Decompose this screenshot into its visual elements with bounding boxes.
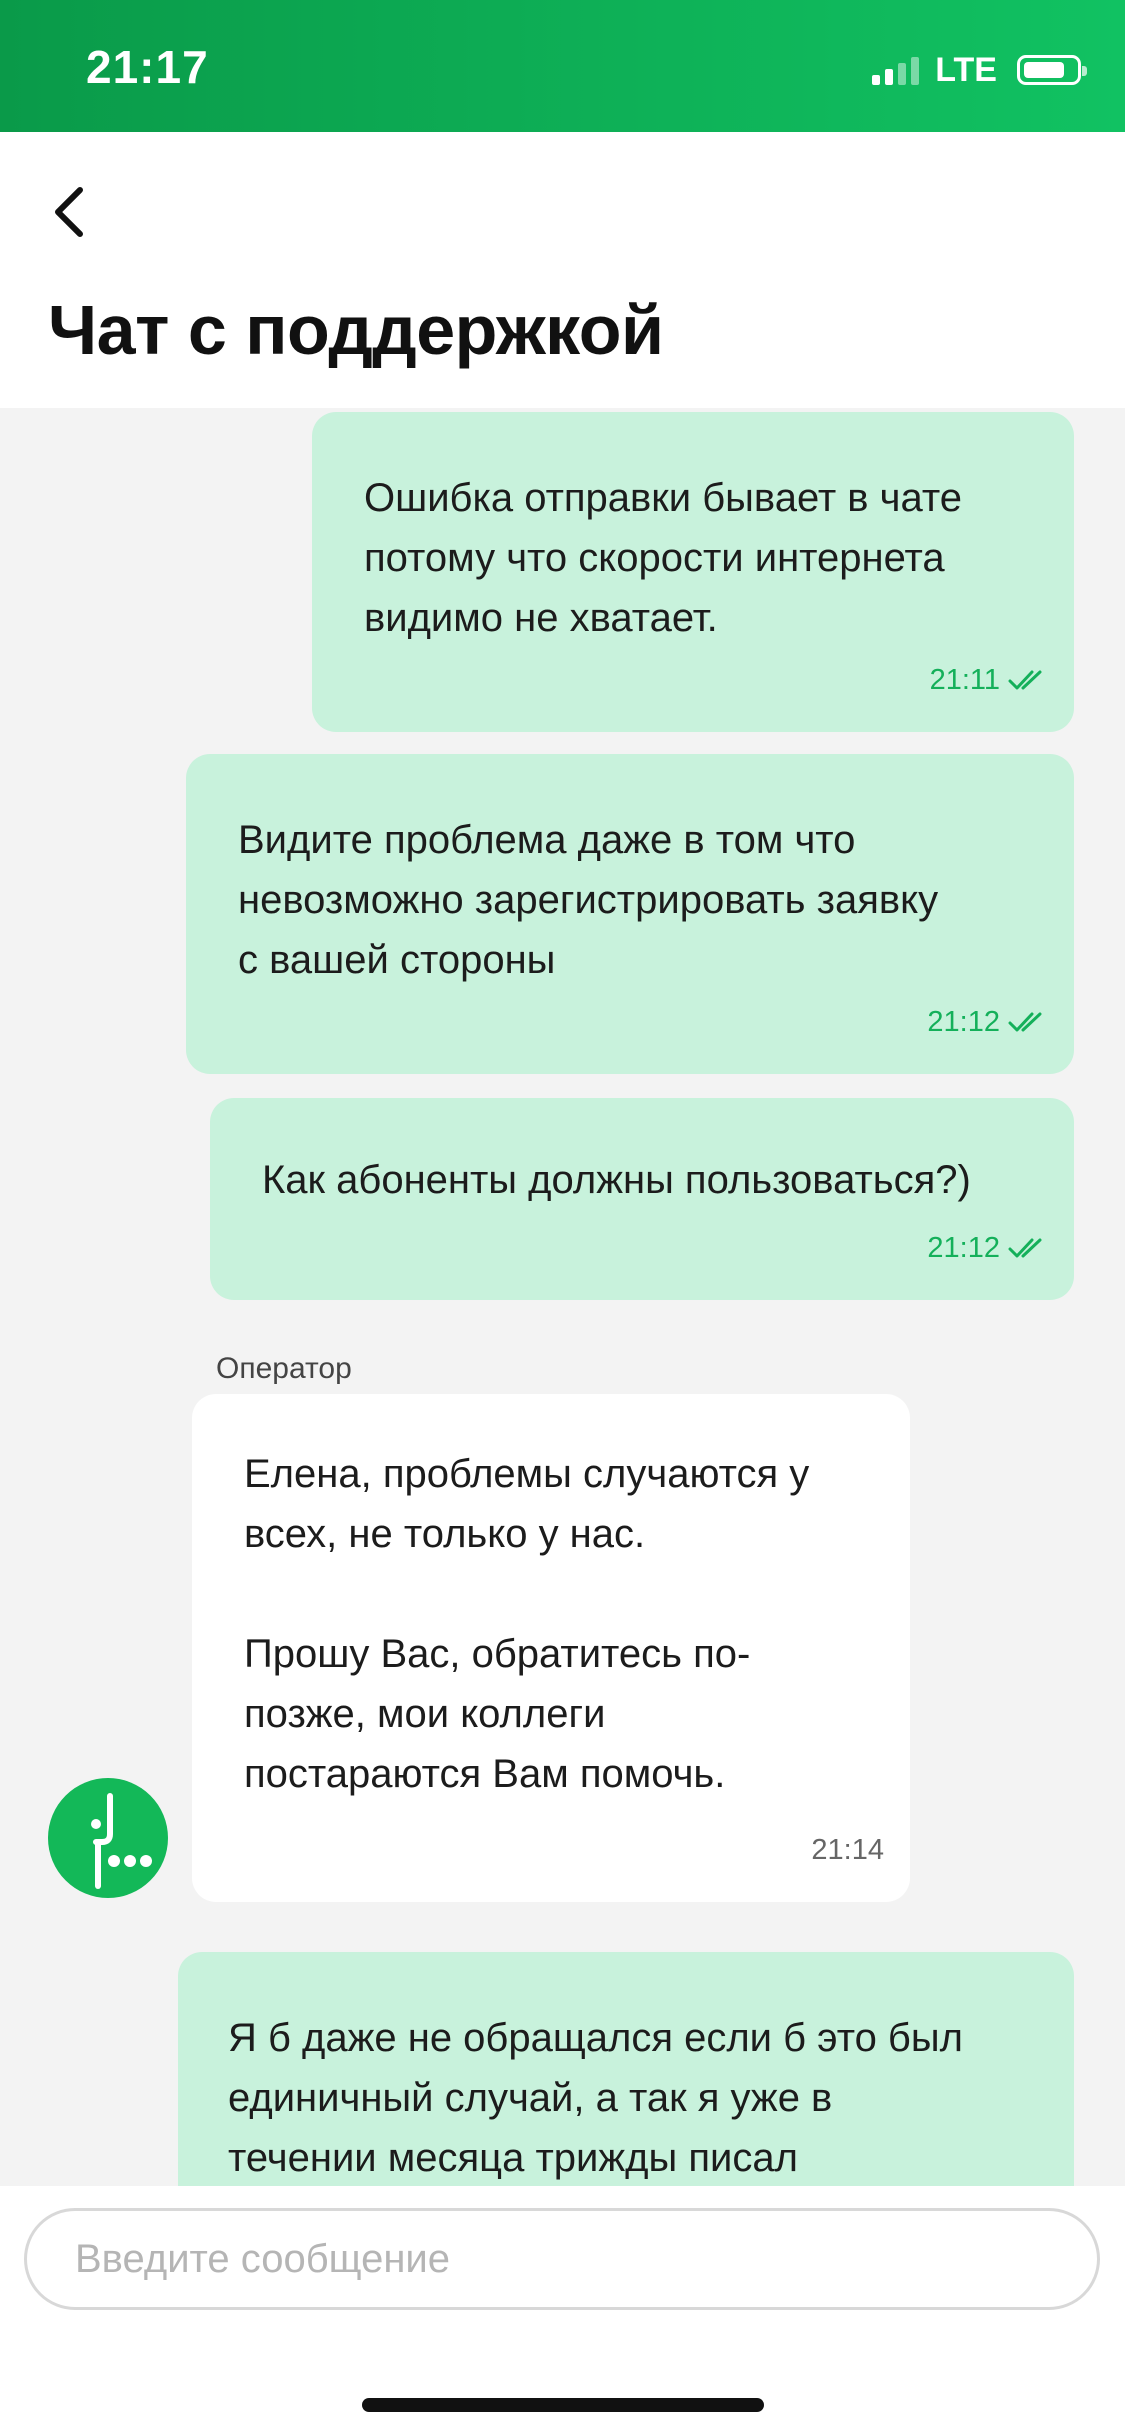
double-check-icon	[1008, 1238, 1042, 1258]
battery-icon	[1017, 55, 1087, 85]
message-bubble-outgoing[interactable]: Я б даже не обращался если б это был еди…	[178, 1952, 1074, 2186]
page-title: Чат с поддержкой	[48, 291, 664, 369]
status-time: 21:17	[86, 41, 209, 93]
signal-icon	[872, 55, 920, 85]
message-bubble-outgoing[interactable]: Ошибка отправки бывает в чате потому что…	[312, 412, 1074, 732]
message-meta: 21:12	[927, 1218, 1048, 1278]
message-bubble-outgoing[interactable]: Как абоненты должны пользоваться?) 21:12	[210, 1098, 1074, 1300]
status-indicators: LTE	[872, 50, 1087, 90]
megafon-logo-icon	[91, 1793, 152, 1889]
operator-avatar	[48, 1778, 168, 1898]
chat-area[interactable]: Ошибка отправки бывает в чате потому что…	[0, 408, 1125, 2186]
double-check-icon	[1008, 670, 1042, 690]
message-bubble-incoming[interactable]: Елена, проблемы случаются у всех, не тол…	[192, 1394, 910, 1902]
message-text: Я б даже не обращался если б это был еди…	[228, 2016, 963, 2180]
message-input[interactable]	[24, 2208, 1100, 2310]
message-meta: 21:14	[811, 1820, 884, 1880]
chevron-left-icon	[55, 187, 83, 237]
sender-label: Оператор	[216, 1352, 352, 1385]
status-bar: 21:17 LTE	[0, 0, 1125, 132]
message-meta: 21:11	[930, 650, 1048, 710]
message-text: Видите проблема даже в том что невозможн…	[238, 818, 939, 982]
message-text: Елена, проблемы случаются у всех, не тол…	[244, 1452, 810, 1796]
message-bubble-outgoing[interactable]: Видите проблема даже в том что невозможн…	[186, 754, 1074, 1074]
double-check-icon	[1008, 1012, 1042, 1032]
header: Чат с поддержкой	[0, 132, 1125, 408]
message-composer	[0, 2186, 1125, 2436]
network-type: LTE	[935, 50, 997, 89]
home-indicator	[362, 2398, 764, 2412]
message-meta: 21:12	[927, 992, 1048, 1052]
message-time: 21:12	[927, 1006, 1000, 1038]
message-time: 21:14	[811, 1834, 884, 1866]
message-time: 21:12	[927, 1232, 1000, 1264]
message-time: 21:11	[929, 664, 1000, 696]
message-text: Как абоненты должны пользоваться?)	[262, 1158, 971, 1202]
message-text: Ошибка отправки бывает в чате потому что…	[364, 476, 962, 640]
back-button[interactable]	[44, 172, 94, 252]
